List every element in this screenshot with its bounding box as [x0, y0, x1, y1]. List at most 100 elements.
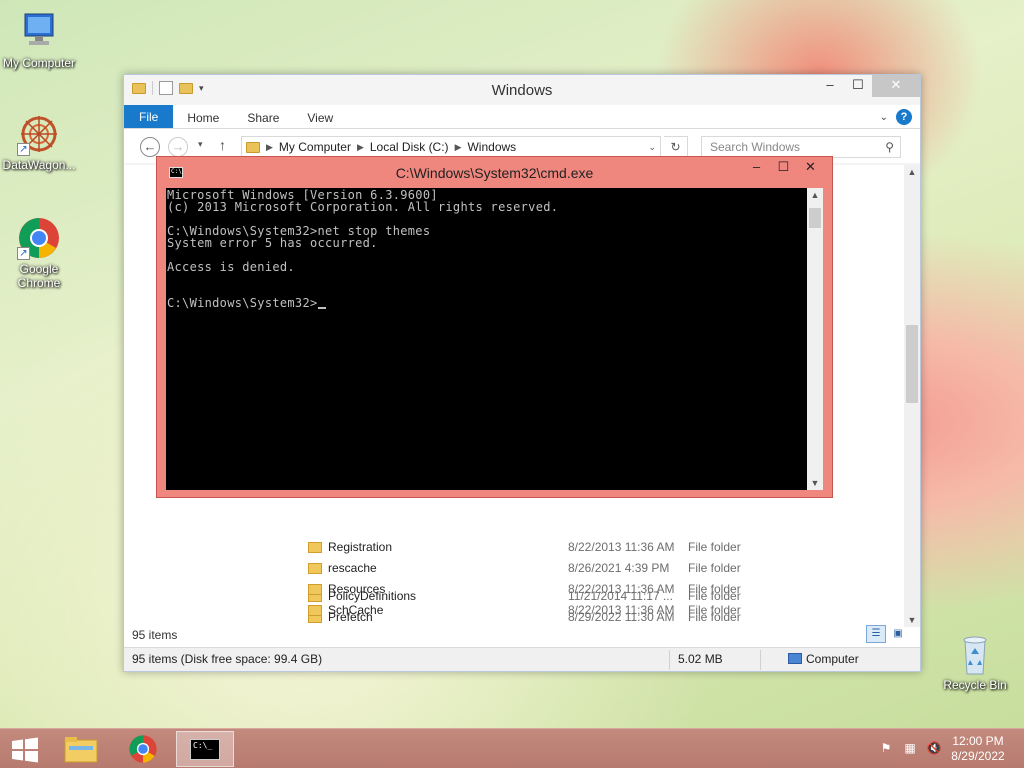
- chevron-down-icon[interactable]: ⌄: [648, 142, 656, 153]
- file-date: 8/22/2013 11:36 AM: [568, 540, 675, 554]
- large-icons-view-icon[interactable]: ▣: [888, 625, 908, 643]
- breadcrumb-item[interactable]: Local Disk (C:): [370, 140, 449, 154]
- recycle-bin-icon: [953, 632, 997, 676]
- scrollbar-thumb[interactable]: [809, 208, 821, 228]
- details-view-icon[interactable]: ☰: [866, 625, 886, 643]
- search-input[interactable]: Search Windows ⚲: [701, 136, 901, 158]
- up-button[interactable]: ↑: [219, 137, 226, 153]
- breadcrumb-item[interactable]: My Computer: [279, 140, 351, 154]
- chevron-right-icon: ▶: [266, 141, 273, 152]
- ribbon-tabs: File Home Share View ⌄ ?: [124, 105, 920, 129]
- help-icon[interactable]: ?: [896, 109, 912, 125]
- tab-view[interactable]: View: [293, 105, 347, 128]
- maximize-button[interactable]: ☐: [844, 75, 872, 97]
- status-bar: 95 items (Disk free space: 99.4 GB) 5.02…: [124, 647, 920, 671]
- start-button[interactable]: [0, 731, 50, 767]
- desktop-icon-datawagon[interactable]: ↗ DataWagon...: [1, 112, 77, 172]
- cmd-window-title: C:\Windows\System32\cmd.exe: [395, 165, 594, 181]
- item-count: 95 items: [132, 628, 178, 642]
- taskbar-file-explorer[interactable]: [52, 731, 110, 767]
- file-name: Registration: [328, 540, 393, 554]
- breadcrumb-item[interactable]: Windows: [467, 140, 516, 154]
- folder-icon: [246, 141, 260, 153]
- back-button[interactable]: ←: [140, 137, 160, 157]
- tab-share[interactable]: Share: [233, 105, 293, 128]
- search-icon: ⚲: [885, 140, 894, 154]
- item-count-bar: 95 items ☰ ▣: [124, 625, 920, 647]
- shortcut-arrow-icon: ↗: [17, 247, 30, 260]
- list-item[interactable]: Resources 8/22/2013 11:36 AM File folder: [308, 579, 878, 600]
- file-name: SchCache: [328, 603, 384, 617]
- text-cursor: [317, 307, 326, 309]
- list-item[interactable]: rescache 8/26/2021 4:39 PM File folder: [308, 558, 878, 579]
- file-type: File folder: [688, 582, 741, 596]
- chrome-icon: [129, 735, 157, 763]
- folder-icon: [308, 542, 322, 553]
- file-explorer-icon: [64, 737, 98, 763]
- file-name: rescache: [328, 561, 377, 575]
- desktop-icon-label: Recycle Bin: [943, 678, 1007, 692]
- close-button[interactable]: ✕: [872, 75, 920, 97]
- file-name: Resources: [328, 582, 386, 596]
- file-type: File folder: [688, 603, 741, 617]
- address-bar[interactable]: ▶ My Computer ▶ Local Disk (C:) ▶ Window…: [241, 136, 661, 158]
- clock[interactable]: 12:00 PM 8/29/2022: [948, 734, 1008, 764]
- volume-muted-icon[interactable]: 🔇: [926, 741, 942, 757]
- taskbar: C:\_ ⚑ ▦ 🔇 12:00 PM 8/29/2022: [0, 728, 1024, 768]
- console-line: System error 5 has occurred.: [167, 236, 378, 250]
- console-prompt: C:\Windows\System32>: [167, 296, 318, 310]
- explorer-titlebar[interactable]: ▾ Windows – ☐ ✕: [124, 75, 920, 105]
- console-line: Access is denied.: [167, 260, 295, 274]
- recent-locations-icon[interactable]: ▾: [198, 139, 203, 150]
- desktop-icon-my-computer[interactable]: My Computer: [1, 10, 77, 70]
- minimize-button[interactable]: –: [743, 157, 770, 179]
- clock-time: 12:00 PM: [952, 734, 1004, 748]
- scroll-down-icon[interactable]: ▼: [904, 615, 920, 625]
- list-item[interactable]: SchCache 8/22/2013 11:36 AM File folder: [308, 600, 878, 621]
- maximize-button[interactable]: ☐: [770, 157, 797, 179]
- scroll-up-icon[interactable]: ▲: [904, 167, 920, 177]
- refresh-button[interactable]: ↻: [664, 136, 688, 158]
- cmd-window[interactable]: C:\ C:\Windows\System32\cmd.exe – ☐ ✕ Mi…: [156, 156, 833, 498]
- folder-icon: [308, 584, 322, 595]
- scroll-down-icon[interactable]: ▼: [807, 478, 823, 488]
- status-size: 5.02 MB: [678, 652, 723, 666]
- shortcut-arrow-icon: ↗: [17, 143, 30, 156]
- close-button[interactable]: ✕: [797, 157, 824, 179]
- tab-home[interactable]: Home: [173, 105, 233, 128]
- computer-icon: [17, 10, 61, 54]
- chevron-right-icon: ▶: [454, 141, 462, 152]
- file-type: File folder: [688, 540, 741, 554]
- tab-file[interactable]: File: [124, 105, 174, 128]
- windows-logo-icon: [12, 737, 38, 763]
- minimize-button[interactable]: –: [816, 75, 844, 97]
- desktop-icon-google-chrome[interactable]: ↗ Google Chrome: [1, 216, 77, 290]
- cmd-vertical-scrollbar[interactable]: ▲ ▼: [807, 188, 823, 490]
- desktop-icon-recycle-bin[interactable]: Recycle Bin: [937, 632, 1013, 692]
- chevron-down-icon[interactable]: ⌄: [880, 112, 888, 123]
- cmd-titlebar[interactable]: C:\ C:\Windows\System32\cmd.exe – ☐ ✕: [157, 157, 832, 187]
- taskbar-chrome[interactable]: [114, 731, 172, 767]
- vertical-scrollbar[interactable]: ▲ ▼: [904, 165, 920, 627]
- network-icon[interactable]: ▦: [902, 741, 918, 757]
- file-date: 8/22/2013 11:36 AM: [568, 603, 675, 617]
- forward-button[interactable]: →: [168, 137, 188, 157]
- action-center-icon[interactable]: ⚑: [878, 741, 894, 757]
- taskbar-cmd[interactable]: C:\_: [176, 731, 234, 767]
- console-output[interactable]: Microsoft Windows [Version 6.3.9600] (c)…: [166, 188, 807, 490]
- status-location-label: Computer: [806, 652, 859, 666]
- list-item[interactable]: Registration 8/22/2013 11:36 AM File fol…: [308, 537, 878, 558]
- desktop-icon-label: Google Chrome: [17, 262, 61, 290]
- console-prompt-line[interactable]: C:\Windows\System32>: [167, 297, 807, 309]
- desktop-icon-label: My Computer: [2, 56, 76, 70]
- datawagon-icon: ↗: [17, 112, 61, 156]
- status-summary: 95 items (Disk free space: 99.4 GB): [132, 652, 323, 666]
- file-date: 8/26/2021 4:39 PM: [568, 561, 670, 575]
- folder-icon: [308, 563, 322, 574]
- chevron-right-icon: ▶: [356, 141, 364, 152]
- scroll-up-icon[interactable]: ▲: [807, 190, 823, 200]
- chrome-icon: ↗: [17, 216, 61, 260]
- scrollbar-thumb[interactable]: [906, 325, 918, 403]
- file-type: File folder: [688, 561, 741, 575]
